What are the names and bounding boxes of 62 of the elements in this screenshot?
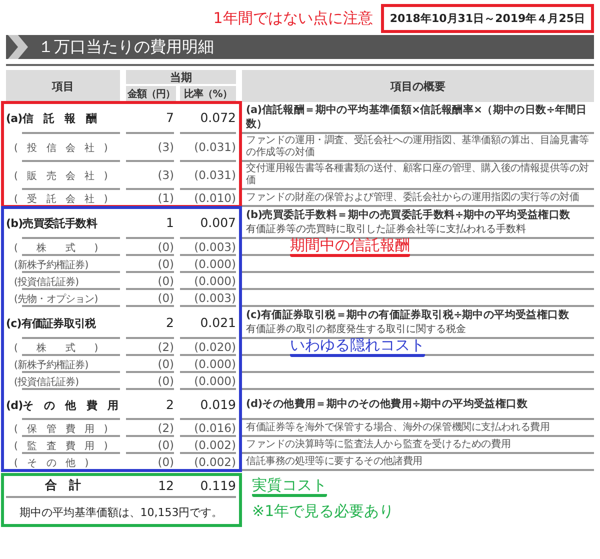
- amount-cell: (1): [126, 190, 174, 207]
- amount-cell-text: 12: [157, 478, 174, 492]
- amount-cell: (0): [126, 437, 174, 454]
- amount-cell: (2): [126, 420, 174, 437]
- ratio-cell: (0.031): [180, 134, 236, 162]
- annotation-note: 期間中の信託報酬: [290, 236, 410, 257]
- ratio-cell: (0.000): [180, 273, 236, 290]
- amount-cell: (0): [126, 356, 174, 373]
- amount-cell: (3): [126, 134, 174, 162]
- section-title: １万口当たりの費用明細: [38, 36, 214, 58]
- formula-text: (a)信託報酬＝期中の平均基準価額×信託報酬率×（期中の日数÷年間日数）: [246, 103, 588, 131]
- ratio-cell: (0.010): [180, 190, 236, 207]
- description-text: 信託事務の処理等に要するその他諸費用: [246, 456, 424, 468]
- ratio-cell-text: 0.119: [199, 478, 236, 492]
- ratio-cell: (0.016): [180, 420, 236, 437]
- ratio-cell: (0.000): [180, 356, 236, 373]
- column-header: 当期: [126, 70, 236, 84]
- amount-cell: (0): [126, 290, 174, 307]
- annotation-note: ※1年で見る必要あり: [252, 502, 394, 522]
- column-header: 項目: [6, 70, 120, 102]
- ratio-cell: (0.003): [180, 239, 236, 256]
- ratio-cell: (0.003): [180, 290, 236, 307]
- ratio-cell: (0.000): [180, 373, 236, 390]
- description-text: 交付運用報告書等各種書類の送付、顧客口座の管理、購入後の情報提供等の対価: [246, 163, 590, 187]
- total-label: 合 計: [44, 476, 82, 494]
- column-header: 金額（円）: [126, 86, 176, 102]
- amount-cell: (2): [126, 339, 174, 356]
- ratio-cell: (0.031): [180, 162, 236, 190]
- ratio-cell: 0.072: [180, 102, 236, 134]
- ratio-cell: (0.002): [180, 437, 236, 454]
- ratio-cell: 0.021: [180, 307, 236, 339]
- amount-cell: (0): [126, 256, 174, 273]
- annotation-note: 実質コスト: [252, 476, 327, 496]
- ratio-cell: 0.019: [180, 390, 236, 420]
- amount-cell: (0): [126, 239, 174, 256]
- description-text: ファンドの財産の保管および管理、委託会社からの運用指図の実行等の対価: [246, 192, 580, 204]
- description-text: 有価証券等を海外で保管する場合、海外の保管機関に支払われる費用: [246, 422, 551, 434]
- amount-cell: 2: [126, 390, 174, 420]
- annotation-note: 1年間ではない点に注意: [213, 8, 373, 28]
- amount-cell: (0): [126, 373, 174, 390]
- period-label: 2018年10月31日～2019年４月25日: [380, 4, 594, 32]
- description-text: 有価証券の取引の都度発生する取引に関する税金: [246, 322, 467, 336]
- average-price-text: 期中の平均基準価額は、10,153円です。: [19, 504, 223, 520]
- column-header: 比率（%）: [180, 86, 236, 102]
- annotation-note: いわゆる隠れコスト: [290, 336, 425, 357]
- formula-text: (d)その他費用＝期中のその他費用÷期中の平均受益権口数: [246, 397, 529, 411]
- column-header: 項目の概要: [242, 70, 594, 102]
- amount-cell: (0): [126, 273, 174, 290]
- description-text: ファンドの運用・調査、受託会社への運用指図、基準価額の算出、目論見書等の作成等の対価: [246, 135, 590, 159]
- amount-cell: 1: [126, 207, 174, 239]
- ratio-cell: (0.020): [180, 339, 236, 356]
- ratio-cell: 0.007: [180, 207, 236, 239]
- description-text: ファンドの決算時等に監査法人から監査を受けるための費用: [246, 438, 512, 450]
- formula-text: (b)売買委託手数料＝期中の売買委託手数料÷期中の平均受益権口数: [246, 208, 572, 222]
- amount-cell: (3): [126, 162, 174, 190]
- description-text: 有価証券等の売買時に取引した証券会社等に支払われる手数料: [246, 222, 527, 236]
- amount-cell: 7: [126, 102, 174, 134]
- formula-text: (c)有価証券取引税＝期中の有価証券取引税÷期中の平均受益権口数: [246, 308, 570, 322]
- ratio-cell: (0.000): [180, 256, 236, 273]
- amount-cell: 2: [126, 307, 174, 339]
- ratio-cell: (0.002): [180, 454, 236, 471]
- amount-cell: (0): [126, 454, 174, 471]
